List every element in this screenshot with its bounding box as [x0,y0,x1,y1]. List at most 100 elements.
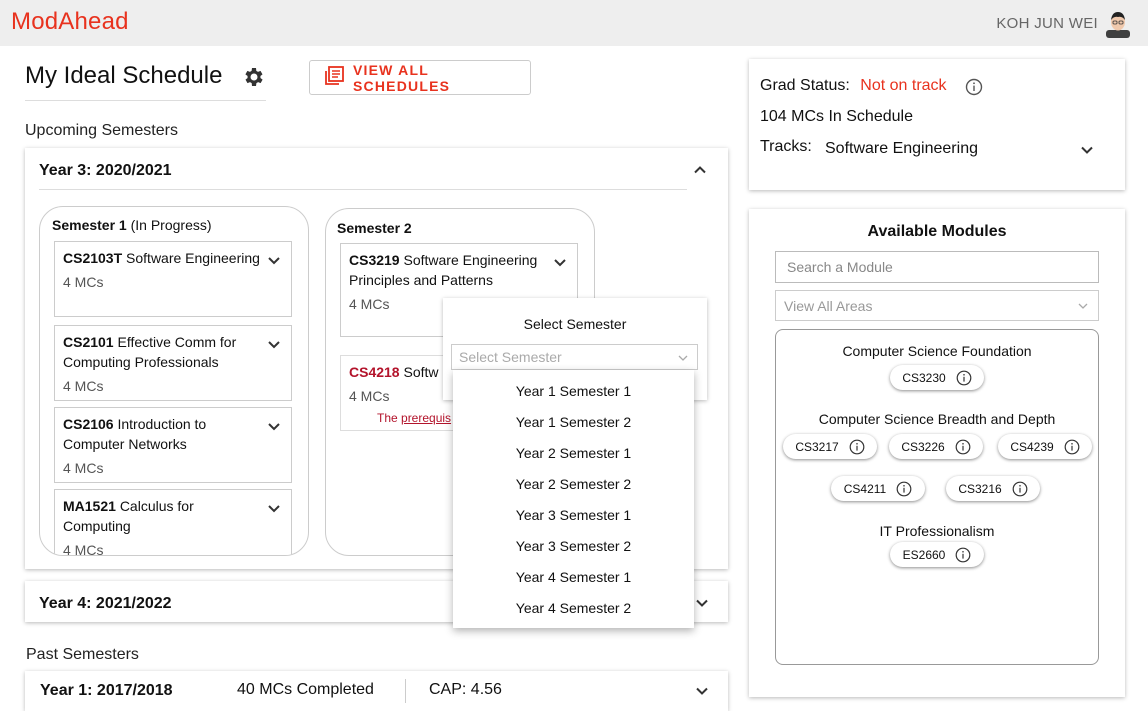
upcoming-semesters-label: Upcoming Semesters [25,122,178,139]
module-title: CS2101 Effective Comm for Computing Prof… [63,332,261,372]
year-4-title[interactable]: Year 4: 2021/2022 [39,595,172,613]
module-code: CS2101 [63,334,114,350]
chevron-down-icon [677,351,689,367]
semester-1-title: Semester 1 (In Progress) [52,217,212,233]
module-chip[interactable]: CS3216 [946,476,1040,501]
view-all-schedules-label: VIEW ALL SCHEDULES [353,61,451,94]
chevron-down-icon[interactable] [267,418,281,432]
select-semester-menu: Year 1 Semester 1 Year 1 Semester 2 Year… [453,370,694,628]
info-icon[interactable] [896,481,912,497]
semester-option[interactable]: Year 1 Semester 1 [453,383,694,399]
available-modules-title: Available Modules [867,223,1007,240]
semester-option[interactable]: Year 3 Semester 2 [453,538,694,554]
year-1-title[interactable]: Year 1: 2017/2018 [40,682,173,700]
chevron-down-icon[interactable] [553,254,567,268]
year-1-mcs: 40 MCs Completed [237,681,374,698]
area-title: Computer Science Breadth and Depth [818,411,1056,427]
semester-option[interactable]: Year 4 Semester 1 [453,569,694,585]
semester-1-box: Semester 1 (In Progress) CS2103T Softwar… [39,206,309,556]
module-title: CS3219 Software Engineering Principles a… [349,250,547,290]
select-semester-dropdown[interactable]: Select Semester [451,344,698,370]
year-3-title[interactable]: Year 3: 2020/2021 [39,162,172,180]
module-code: CS3219 [349,252,400,268]
module-title: CS2106 Introduction to Computer Networks [63,414,261,454]
module-card[interactable]: CS2103T Software Engineering 4 MCs [54,241,292,317]
semester-2-title: Semester 2 [337,220,412,236]
module-mcs: 4 MCs [63,460,104,476]
chevron-down-icon[interactable] [267,252,281,266]
info-icon[interactable] [955,439,971,455]
module-chip[interactable]: ES2660 [890,542,984,567]
select-semester-placeholder: Select Semester [459,349,562,365]
module-name: Softw [403,364,439,380]
top-bar [0,0,1148,46]
module-chip-code: ES2660 [902,547,946,562]
past-semesters-label: Past Semesters [26,646,139,663]
module-chip[interactable]: CS3230 [890,365,984,390]
semester-option[interactable]: Year 2 Semester 1 [453,445,694,461]
module-code: CS2103T [63,250,123,266]
module-chip-code: CS4239 [1010,439,1054,454]
module-chip-code: CS3230 [902,370,946,385]
module-areas-container: Computer Science Foundation CS3230 Compu… [775,329,1099,665]
module-code: CS4218 [349,364,400,380]
module-card[interactable]: MA1521 Calculus for Computing 4 MCs [54,489,292,556]
info-icon[interactable] [849,439,865,455]
year-1-divider [405,679,406,703]
select-semester-title: Select Semester [523,316,627,332]
semester-1-label: Semester 1 [52,217,127,233]
module-chip-code: CS3216 [958,481,1002,496]
semester-1-status: (In Progress) [130,217,212,233]
info-icon[interactable] [1012,481,1028,497]
view-all-schedules-button[interactable]: VIEW ALL SCHEDULES [309,60,531,95]
info-icon[interactable] [955,547,971,563]
chevron-down-icon [1077,299,1089,315]
chevron-down-icon[interactable] [1079,142,1095,163]
module-chip-code: CS3217 [795,439,839,454]
available-modules-card: Available Modules Search a Module View A… [749,209,1125,697]
year-1-cap: CAP: 4.56 [429,681,502,698]
area-select[interactable]: View All Areas [775,290,1099,321]
app-logo[interactable]: ModAhead [11,8,129,36]
chevron-down-icon[interactable] [694,595,710,611]
year-1-panel[interactable]: Year 1: 2017/2018 40 MCs Completed CAP: … [25,671,728,711]
module-chip-code: CS3226 [901,439,945,454]
info-icon[interactable] [965,78,983,96]
year-3-divider [39,189,687,190]
chevron-down-icon[interactable] [267,500,281,514]
grad-status-card: Grad Status: Not on track 104 MCs In Sch… [749,59,1125,190]
semester-option[interactable]: Year 1 Semester 2 [453,414,694,430]
semester-option[interactable]: Year 3 Semester 1 [453,507,694,523]
info-icon[interactable] [956,370,972,386]
module-mcs: 4 MCs [63,274,104,290]
search-input[interactable]: Search a Module [775,251,1099,283]
grad-status-row: Grad Status: Not on track [760,77,947,95]
module-card[interactable]: CS2106 Introduction to Computer Networks… [54,407,292,483]
warning-text: The [377,411,402,425]
schedules-icon [324,66,344,89]
module-chip[interactable]: CS3217 [783,434,877,459]
module-chip[interactable]: CS4211 [831,476,925,501]
info-icon[interactable] [1064,439,1080,455]
area-title: IT Professionalism [879,523,995,539]
gear-icon[interactable] [242,65,266,89]
page-title: My Ideal Schedule [25,62,223,89]
module-chip[interactable]: CS4239 [998,434,1092,459]
area-title: Computer Science Foundation [842,343,1032,359]
module-mcs: 4 MCs [63,378,104,394]
module-chip[interactable]: CS3226 [889,434,983,459]
title-divider [25,100,266,101]
prerequisite-link[interactable]: prerequis [401,411,451,425]
user-name[interactable]: KOH JUN WEI [996,15,1098,32]
semester-option[interactable]: Year 4 Semester 2 [453,600,694,616]
semester-option[interactable]: Year 2 Semester 2 [453,476,694,492]
chevron-down-icon[interactable] [267,336,281,350]
module-mcs: 4 MCs [63,542,104,556]
avatar[interactable] [1106,10,1130,38]
module-card[interactable]: CS2101 Effective Comm for Computing Prof… [54,325,292,401]
tracks-select[interactable]: Software Engineering [825,140,978,158]
chevron-up-icon[interactable] [692,162,708,178]
module-title: CS2103T Software Engineering [63,248,261,268]
tracks-label: Tracks: [760,138,812,155]
grad-status-value: Not on track [860,77,947,94]
